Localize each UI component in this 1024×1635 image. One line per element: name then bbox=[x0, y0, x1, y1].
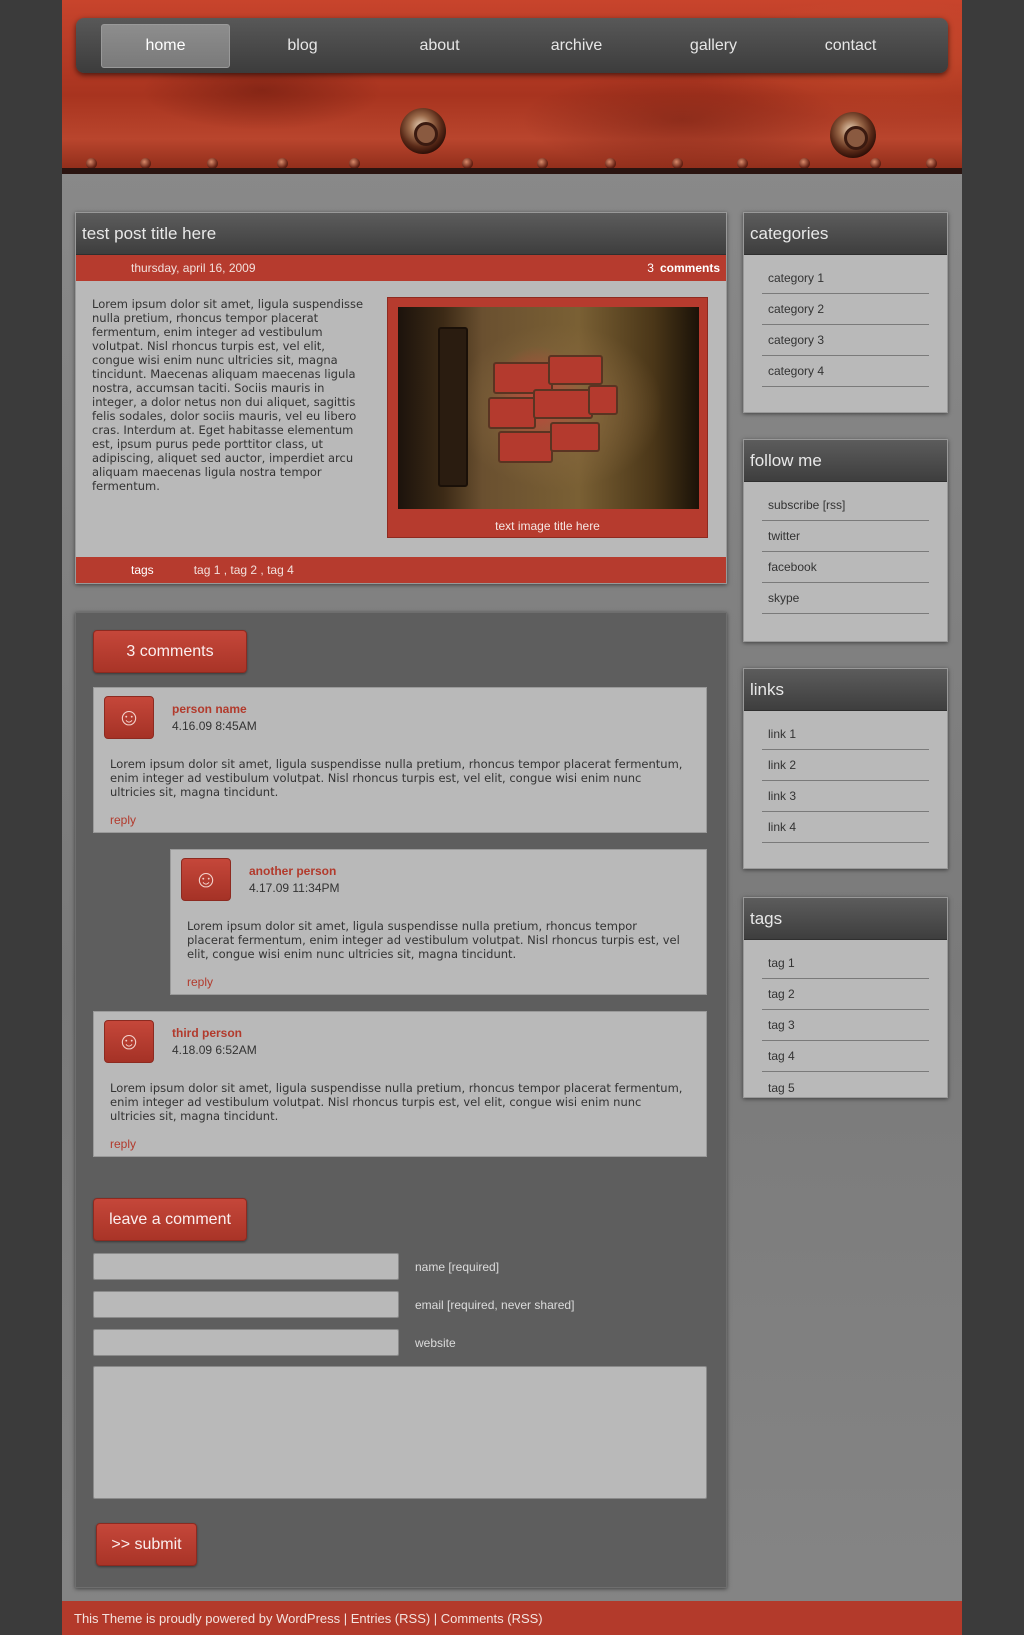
widget-title: follow me bbox=[744, 440, 947, 482]
email-input[interactable] bbox=[93, 1291, 399, 1318]
post-meta: thursday, april 16, 2009 3 comments bbox=[76, 255, 726, 281]
tag-link[interactable]: tag 2 bbox=[762, 979, 929, 1010]
leave-comment-heading: leave a comment bbox=[93, 1198, 247, 1241]
category-link[interactable]: category 2 bbox=[762, 294, 929, 325]
avatar-icon: ☺ bbox=[104, 1020, 154, 1063]
category-link[interactable]: category 1 bbox=[762, 263, 929, 294]
post-title[interactable]: test post title here bbox=[76, 213, 726, 255]
widget-title: tags bbox=[744, 898, 947, 940]
nav-blog[interactable]: blog bbox=[238, 24, 367, 68]
website-label: website bbox=[415, 1336, 456, 1350]
name-label: name [required] bbox=[415, 1260, 500, 1274]
link-item[interactable]: link 3 bbox=[762, 781, 929, 812]
name-input[interactable] bbox=[93, 1253, 399, 1280]
comments-heading: 3 comments bbox=[93, 630, 247, 673]
tags-widget: tags tag 1 tag 2 tag 3 tag 4 tag 5 bbox=[743, 897, 948, 1098]
reply-link[interactable]: reply bbox=[110, 1137, 136, 1151]
post-image-frame: text image title here bbox=[387, 297, 708, 538]
comment-reply: ☺ another person 4.17.09 11:34PM Lorem i… bbox=[170, 849, 707, 995]
comment-text: Lorem ipsum dolor sit amet, ligula suspe… bbox=[110, 757, 683, 799]
nav-contact[interactable]: contact bbox=[786, 24, 915, 68]
footer-text[interactable]: This Theme is proudly powered by WordPre… bbox=[74, 1611, 543, 1626]
page: home blog about archive gallery contact … bbox=[62, 0, 962, 1635]
post-body: Lorem ipsum dolor sit amet, ligula suspe… bbox=[92, 297, 364, 493]
category-link[interactable]: category 4 bbox=[762, 356, 929, 387]
link-item[interactable]: link 1 bbox=[762, 719, 929, 750]
post-tags: tags tag 1 , tag 2 , tag 4 bbox=[76, 557, 726, 583]
link-item[interactable]: link 2 bbox=[762, 750, 929, 781]
footer: This Theme is proudly powered by WordPre… bbox=[62, 1601, 962, 1635]
comment-author[interactable]: another person bbox=[249, 864, 336, 878]
brick-wall-photo bbox=[398, 307, 699, 509]
nav-archive[interactable]: archive bbox=[512, 24, 641, 68]
image-caption: text image title here bbox=[495, 519, 600, 533]
link-item[interactable]: link 4 bbox=[762, 812, 929, 843]
tag-link[interactable]: tag 3 bbox=[762, 1010, 929, 1041]
comment-text: Lorem ipsum dolor sit amet, ligula suspe… bbox=[187, 919, 680, 961]
post-comments-link[interactable]: 3 comments bbox=[647, 261, 720, 275]
comment: ☺ person name 4.16.09 8:45AM Lorem ipsum… bbox=[93, 687, 707, 833]
reply-link[interactable]: reply bbox=[187, 975, 213, 989]
post: test post title here thursday, april 16,… bbox=[75, 212, 727, 584]
email-label: email [required, never shared] bbox=[415, 1298, 575, 1312]
comment-date: 4.16.09 8:45AM bbox=[172, 719, 257, 733]
categories-widget: categories category 1 category 2 categor… bbox=[743, 212, 948, 413]
tag-links[interactable]: tag 1 , tag 2 , tag 4 bbox=[194, 563, 294, 577]
bolt-icon bbox=[830, 112, 876, 158]
nav-about[interactable]: about bbox=[375, 24, 504, 68]
comment-text: Lorem ipsum dolor sit amet, ligula suspe… bbox=[110, 1081, 683, 1123]
skype-link[interactable]: skype bbox=[762, 583, 929, 614]
bolt-icon bbox=[400, 108, 446, 154]
nav-home[interactable]: home bbox=[101, 23, 230, 68]
twitter-link[interactable]: twitter bbox=[762, 521, 929, 552]
website-input[interactable] bbox=[93, 1329, 399, 1356]
tag-link[interactable]: tag 1 bbox=[762, 948, 929, 979]
header-banner: home blog about archive gallery contact bbox=[62, 0, 962, 174]
comment-date: 4.18.09 6:52AM bbox=[172, 1043, 257, 1057]
widget-title: links bbox=[744, 669, 947, 711]
subscribe-rss-link[interactable]: subscribe [rss] bbox=[762, 490, 929, 521]
main-nav: home blog about archive gallery contact bbox=[76, 18, 948, 73]
comment-textarea[interactable] bbox=[93, 1366, 707, 1499]
comment-date: 4.17.09 11:34PM bbox=[249, 881, 340, 895]
follow-widget: follow me subscribe [rss] twitter facebo… bbox=[743, 439, 948, 642]
avatar-icon: ☺ bbox=[104, 696, 154, 739]
reply-link[interactable]: reply bbox=[110, 813, 136, 827]
facebook-link[interactable]: facebook bbox=[762, 552, 929, 583]
tag-link[interactable]: tag 4 bbox=[762, 1041, 929, 1072]
comment-author[interactable]: person name bbox=[172, 702, 247, 716]
category-link[interactable]: category 3 bbox=[762, 325, 929, 356]
widget-title: categories bbox=[744, 213, 947, 255]
comment-author[interactable]: third person bbox=[172, 1026, 242, 1040]
comment: ☺ third person 4.18.09 6:52AM Lorem ipsu… bbox=[93, 1011, 707, 1157]
tags-label: tags bbox=[131, 563, 154, 577]
tag-link[interactable]: tag 5 bbox=[762, 1072, 929, 1103]
nav-gallery[interactable]: gallery bbox=[649, 24, 778, 68]
links-widget: links link 1 link 2 link 3 link 4 bbox=[743, 668, 948, 869]
post-date: thursday, april 16, 2009 bbox=[131, 261, 256, 275]
avatar-icon: ☺ bbox=[181, 858, 231, 901]
submit-button[interactable]: >> submit bbox=[96, 1523, 197, 1566]
comments-section: 3 comments ☺ person name 4.16.09 8:45AM … bbox=[75, 612, 727, 1588]
